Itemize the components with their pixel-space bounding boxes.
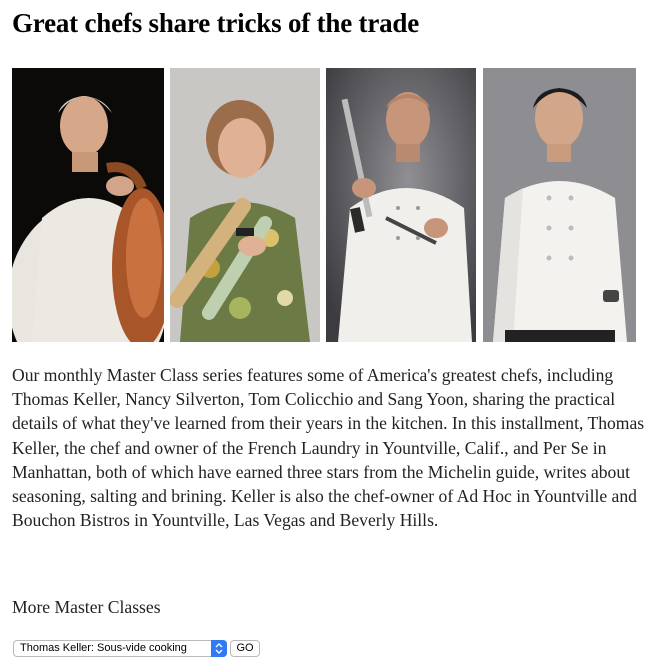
go-button[interactable]: GO	[230, 640, 260, 657]
chef-photo-3	[326, 68, 476, 342]
page-title: Great chefs share tricks of the trade	[12, 8, 419, 38]
master-class-select-value: Thomas Keller: Sous-vide cooking	[20, 642, 187, 654]
article-body: Our monthly Master Class series features…	[12, 365, 645, 531]
select-arrows-icon	[211, 640, 227, 657]
chef-photo-4	[483, 68, 636, 342]
master-class-select[interactable]: Thomas Keller: Sous-vide cooking	[13, 640, 227, 657]
chef-photo-2	[170, 68, 320, 342]
chef-photo-1	[12, 68, 164, 342]
more-master-classes-heading: More Master Classes	[12, 597, 161, 617]
